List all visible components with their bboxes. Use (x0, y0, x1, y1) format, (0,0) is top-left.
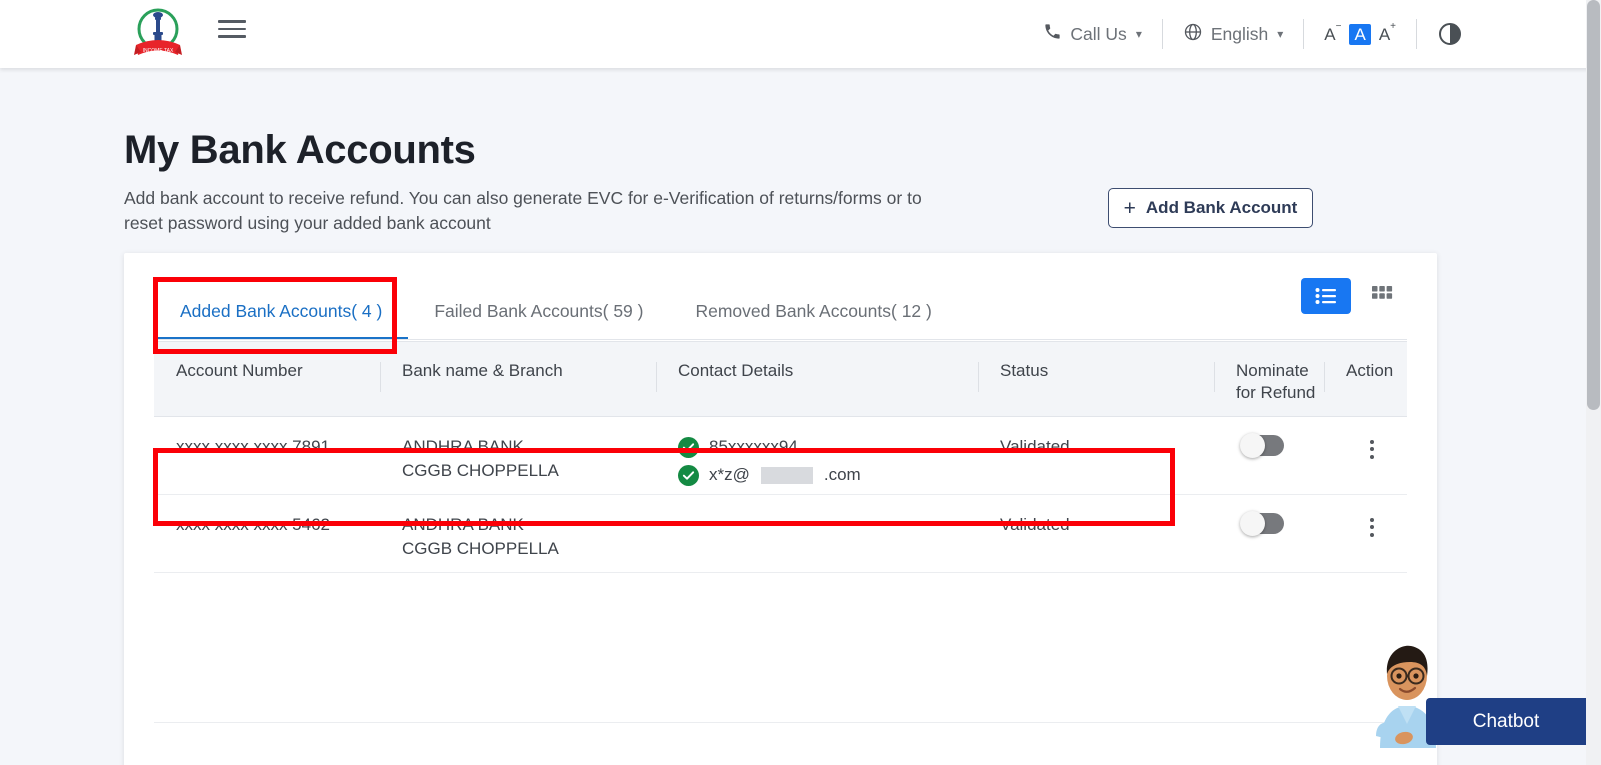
chatbot-button[interactable]: Chatbot (1426, 698, 1586, 745)
mobile-number: 85xxxxxx94 (709, 435, 798, 459)
page-description: Add bank account to receive refund. You … (124, 186, 954, 236)
email-suffix: .com (824, 463, 861, 487)
font-increase-button[interactable]: A+ (1379, 26, 1396, 43)
language-selector[interactable]: English ▾ (1163, 22, 1303, 47)
income-tax-emblem-icon[interactable]: INCOME TAX (130, 4, 186, 62)
tab-failed-bank-accounts[interactable]: Failed Bank Accounts( 59 ) (408, 301, 669, 340)
column-header-status: Status (978, 360, 1214, 382)
cell-action (1324, 435, 1407, 463)
grid-view-icon[interactable] (1357, 278, 1407, 314)
branch-name: CGGB CHOPPELLA (402, 537, 656, 561)
column-header-action: Action (1324, 360, 1407, 382)
column-header-bank-name: Bank name & Branch (380, 360, 656, 382)
hamburger-bar (218, 35, 246, 38)
cell-nominate-toggle (1214, 513, 1324, 534)
email-prefix: x*z@ (709, 463, 750, 487)
verified-check-icon (678, 465, 699, 486)
header-actions: Call Us ▾ English ▾ A− A A+ (1023, 0, 1461, 68)
nominate-refund-toggle[interactable] (1242, 435, 1284, 456)
cell-status: Validated (978, 513, 1214, 537)
tab-added-bank-accounts[interactable]: Added Bank Accounts( 4 ) (154, 301, 408, 340)
hamburger-menu-icon[interactable] (218, 16, 248, 42)
branch-name: CGGB CHOPPELLA (402, 459, 656, 483)
table-row[interactable]: xxxx xxxx xxxx 7891 ANDHRA BANK CGGB CHO… (154, 417, 1407, 495)
table-empty-row (154, 573, 1407, 723)
verified-check-icon (678, 437, 699, 458)
svg-text:INCOME TAX: INCOME TAX (143, 48, 174, 54)
page-title: My Bank Accounts (124, 128, 476, 173)
vertical-scrollbar-thumb[interactable] (1587, 0, 1600, 410)
toggle-knob (1240, 511, 1265, 536)
cell-status: Validated (978, 435, 1214, 459)
column-header-contact-details: Contact Details (656, 360, 978, 382)
contact-mobile: 85xxxxxx94 (678, 435, 978, 459)
cell-contact-details: 85xxxxxx94 x*z@ .com (656, 435, 978, 491)
vertical-scrollbar-track[interactable] (1586, 0, 1601, 765)
chatbot-label: Chatbot (1473, 711, 1540, 733)
font-decrease-button[interactable]: A− (1324, 26, 1341, 43)
hamburger-bar (218, 20, 246, 23)
cell-account-number: xxxx xxxx xxxx 7891 (154, 435, 380, 459)
toggle-knob (1240, 433, 1265, 458)
tab-removed-bank-accounts[interactable]: Removed Bank Accounts( 12 ) (669, 301, 957, 340)
cell-bank-branch: ANDHRA BANK CGGB CHOPPELLA (380, 513, 656, 561)
table-header-row: Account Number Bank name & Branch Contac… (154, 341, 1407, 417)
table-row[interactable]: xxxx xxxx xxxx 5462 ANDHRA BANK CGGB CHO… (154, 495, 1407, 573)
bank-name: ANDHRA BANK (402, 435, 656, 459)
cell-nominate-toggle (1214, 435, 1324, 456)
app-root: INCOME TAX Call Us ▾ (0, 0, 1601, 765)
call-us-menu[interactable]: Call Us ▾ (1023, 22, 1161, 46)
font-normal-button[interactable]: A (1349, 24, 1370, 45)
cell-account-number: xxxx xxxx xxxx 5462 (154, 513, 380, 537)
nominate-line-1: Nominate (1236, 361, 1309, 380)
cell-bank-branch: ANDHRA BANK CGGB CHOPPELLA (380, 435, 656, 483)
phone-icon (1043, 22, 1062, 46)
chevron-down-icon: ▾ (1277, 27, 1283, 41)
globe-icon (1183, 22, 1203, 47)
view-toggle-group (1301, 278, 1407, 314)
column-header-account-number: Account Number (154, 360, 380, 382)
account-tabs: Added Bank Accounts( 4 ) Failed Bank Acc… (154, 280, 958, 340)
hamburger-bar (218, 28, 246, 31)
kebab-menu-icon[interactable] (1358, 435, 1386, 463)
add-bank-account-button[interactable]: + Add Bank Account (1108, 188, 1313, 228)
site-header: INCOME TAX Call Us ▾ (0, 0, 1591, 68)
list-view-icon[interactable] (1301, 278, 1351, 314)
language-label: English (1211, 24, 1268, 45)
tabs-divider (154, 339, 1407, 340)
call-us-label: Call Us (1070, 24, 1126, 45)
add-bank-account-label: Add Bank Account (1146, 198, 1297, 218)
bank-accounts-table: Account Number Bank name & Branch Contac… (154, 341, 1407, 765)
plus-icon: + (1124, 198, 1136, 219)
header-divider (1416, 19, 1417, 49)
chevron-down-icon: ▾ (1136, 27, 1142, 41)
contact-email: x*z@ .com (678, 463, 978, 487)
bank-name: ANDHRA BANK (402, 513, 656, 537)
font-size-controls: A− A A+ (1304, 24, 1416, 45)
table-empty-row (154, 723, 1407, 765)
nominate-line-2: for Refund (1236, 383, 1315, 402)
kebab-menu-icon[interactable] (1358, 513, 1386, 541)
nominate-refund-toggle[interactable] (1242, 513, 1284, 534)
contrast-toggle-icon[interactable] (1439, 23, 1461, 45)
cell-action (1324, 513, 1407, 541)
column-header-nominate-for-refund: Nominate for Refund (1214, 360, 1324, 404)
email-redaction-block (761, 467, 813, 484)
bank-accounts-card: Added Bank Accounts( 4 ) Failed Bank Acc… (124, 253, 1437, 765)
